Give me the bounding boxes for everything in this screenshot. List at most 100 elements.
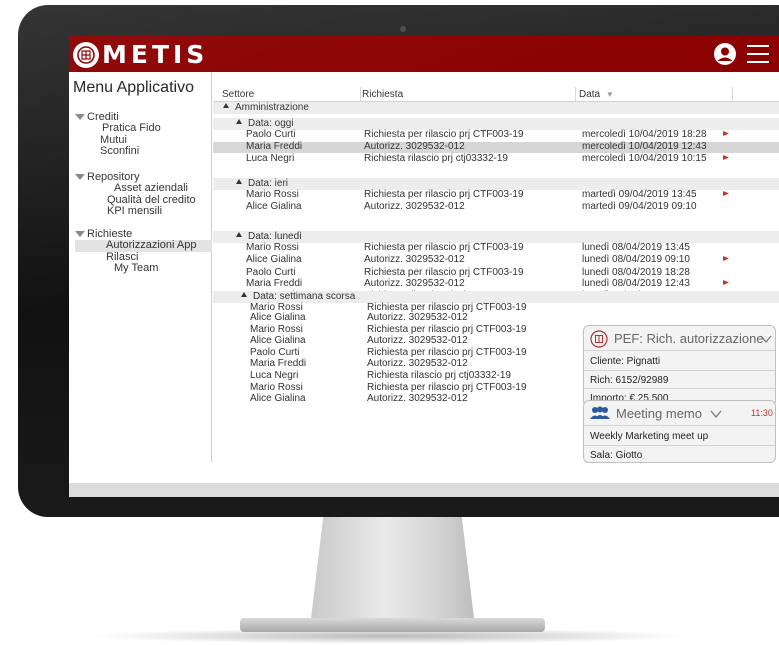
cell-request: Richiesta per rilascio prj CTF003-19 (367, 324, 527, 335)
flag-icon[interactable] (723, 191, 729, 198)
column-header-richiesta[interactable]: Richiesta (362, 89, 403, 100)
group-label: Data: oggi (248, 118, 294, 129)
column-header-data-label: Data (579, 89, 601, 100)
sort-desc-icon: ▼ (605, 90, 614, 99)
column-header-data[interactable]: Data ▼ (579, 89, 614, 100)
cell-name: Maria Freddi (246, 141, 303, 152)
flag-icon[interactable] (723, 155, 729, 162)
group-label: Data: lunedì (248, 231, 302, 242)
cell-name: Paolo Curti (246, 129, 296, 140)
screen-status-bar (69, 483, 779, 497)
collapse-triangle-icon (236, 232, 242, 237)
table-row[interactable]: Mario Rossi Richiesta per rilascio prj CT… (213, 243, 779, 254)
cell-date: mercoledì 10/04/2019 10:15 (582, 153, 707, 164)
table-row[interactable]: Alice Gialina Autorizz. 3029532-012 (213, 313, 779, 324)
chevron-down-icon[interactable] (710, 409, 722, 419)
sidebar-group-richieste: Richieste Autorizzazioni App Rilasci My … (75, 228, 212, 275)
flag-icon[interactable] (723, 280, 729, 287)
camera-icon (400, 26, 406, 32)
meeting-card-description: Weekly Marketing meet up (590, 431, 709, 442)
flag-icon[interactable] (723, 131, 729, 138)
cell-request: Richiesta per rilascio prj CTF003-19 (364, 129, 524, 140)
cell-request: Autorizz. 3029532-012 (364, 141, 465, 152)
meeting-card-room: Sala: Giotto (590, 450, 643, 461)
cell-request: Autorizz. 3029532-012 (364, 278, 465, 289)
hamburger-menu-icon[interactable] (747, 45, 769, 63)
cell-date: martedì 09/04/2019 13:45 (582, 189, 697, 200)
team-people-icon (590, 406, 610, 419)
flag-icon[interactable] (723, 256, 729, 263)
cell-request: Richiesta rilascio prj ctj03332-19 (367, 370, 511, 381)
cell-name: Alice Gialina (250, 393, 306, 404)
cell-name: Alice Gialina (250, 335, 306, 346)
sidebar: Menu Applicativo Crediti Pratica Fido Mu… (69, 72, 212, 462)
cell-date: lunedì 08/04/2019 18:28 (582, 267, 690, 278)
section-label: Amministrazione (235, 102, 309, 113)
app-logo-text: METIS (102, 40, 209, 69)
pef-card-title: PEF: Rich. autorizzazione (614, 331, 764, 346)
chevron-down-icon[interactable] (760, 334, 772, 344)
pef-logo-icon (590, 330, 608, 348)
pef-notification-card[interactable]: PEF: Rich. autorizzazione Cliente: Pigna… (583, 325, 776, 407)
table-row[interactable]: Maria Freddi Autorizz. 3029532-012 mercole… (213, 142, 779, 153)
monitor-stand-base (240, 618, 545, 632)
cell-date: lunedì 08/04/2019 09:10 (582, 254, 690, 265)
table-row[interactable]: Alice Gialina Autorizz. 3029532-012 lunedì… (213, 255, 779, 266)
group-label: Data: settimana scorsa (253, 291, 356, 302)
collapse-triangle-icon (241, 292, 247, 297)
cell-name: Maria Freddi (250, 358, 307, 369)
sidebar-item-my-team[interactable]: My Team (75, 263, 212, 275)
cell-request: Autorizz. 3029532-012 (367, 335, 468, 346)
user-avatar-icon[interactable] (714, 43, 736, 65)
cell-request: Richiesta per rilascio prj CTF003-19 (364, 189, 524, 200)
table-row[interactable]: Alice Gialina Autorizz. 3029532-012 marted… (213, 202, 779, 213)
app-logo[interactable]: METIS (73, 40, 208, 69)
cell-name: Mario Rossi (246, 189, 299, 200)
cell-request: Autorizz. 3029532-012 (367, 393, 468, 404)
cell-name: Mario Rossi (250, 382, 303, 393)
cell-name: Luca Negri (246, 153, 295, 164)
cell-request: Autorizz. 3029532-012 (367, 312, 468, 323)
sidebar-item-pratica-fido[interactable]: Pratica Fido (102, 122, 161, 135)
meeting-notification-card[interactable]: Meeting memo 11:30 Weekly Marketing meet… (583, 400, 776, 463)
logo-mark-icon (73, 41, 99, 68)
cell-name: Paolo Curti (246, 267, 296, 278)
cell-request: Richiesta per rilascio prj CTF003-19 (367, 347, 527, 358)
cell-request: Richiesta per rilascio prj CTF003-19 (364, 267, 524, 278)
sidebar-group-crediti: Crediti Pratica Fido Mutui Sconfini (75, 111, 161, 158)
table-row[interactable]: Paolo Curti Richiesta per rilascio prj CT… (213, 130, 779, 141)
monitor-stand-neck (310, 517, 475, 627)
monitor-bezel: METIS Menu Applicativo Crediti Pratica F… (18, 5, 779, 517)
sidebar-group-repository: Repository Asset aziendali Qualità del c… (75, 171, 234, 218)
column-header-settore[interactable]: Settore (222, 89, 254, 100)
cell-name: Alice Gialina (246, 254, 302, 265)
sidebar-item-autorizzazioni-app[interactable]: Autorizzazioni App (75, 239, 212, 252)
group-label: Data: ieri (248, 178, 289, 189)
app-header: METIS (69, 36, 779, 72)
chevron-down-icon (75, 174, 85, 180)
table-row[interactable]: Luca Negri Richiesta rilascio prj ctj0333… (213, 154, 779, 165)
cell-request: Autorizz. 3029532-012 (364, 201, 465, 212)
table-row[interactable]: Mario Rossi Richiesta per rilascio prj CT… (213, 190, 779, 201)
cell-date: martedì 09/04/2019 09:10 (582, 201, 697, 212)
collapse-triangle-icon (236, 179, 242, 184)
cell-date: lunedì 08/04/2019 13:45 (582, 242, 690, 253)
cell-request: Richiesta per rilascio prj CTF003-19 (364, 242, 524, 253)
collapse-triangle-icon (236, 119, 242, 124)
cell-request: Autorizz. 3029532-012 (367, 358, 468, 369)
sidebar-title: Menu Applicativo (73, 79, 194, 96)
table-section-row[interactable]: Amministrazione (213, 102, 779, 114)
cell-name: Paolo Curti (250, 347, 300, 358)
cell-name: Mario Rossi (250, 324, 303, 335)
app-screen: METIS Menu Applicativo Crediti Pratica F… (69, 36, 779, 483)
cell-request: Richiesta per rilascio prj CTF003-19 (367, 382, 527, 393)
sidebar-item-sconfini[interactable]: Sconfini (100, 146, 161, 158)
table-row[interactable]: Maria Freddi Autorizz. 3029532-012 lunedì … (213, 279, 779, 290)
cell-name: Maria Freddi (246, 278, 303, 289)
cell-request: Richiesta rilascio prj ctj03332-19 (364, 153, 508, 164)
cell-date: lunedì 08/04/2019 12:43 (582, 278, 690, 289)
pef-card-rich: Rich: 6152/92989 (590, 375, 669, 386)
cell-date: mercoledì 10/04/2019 18:28 (582, 129, 707, 140)
meeting-time: 11:30 (751, 408, 773, 418)
cell-name: Alice Gialina (250, 312, 306, 323)
